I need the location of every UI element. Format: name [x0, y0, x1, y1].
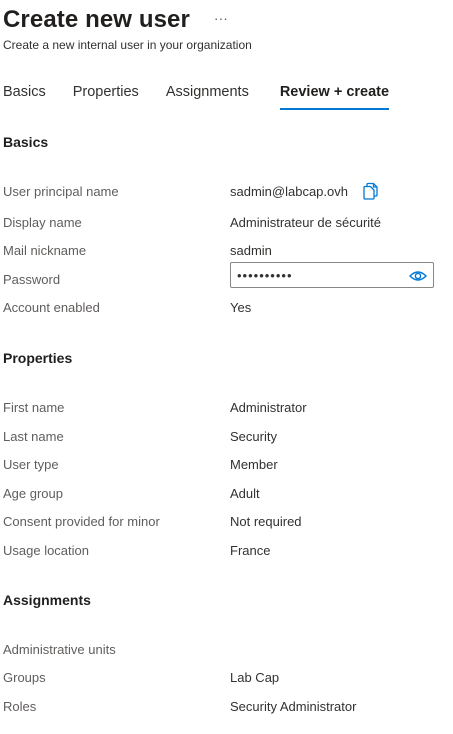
eye-icon[interactable] [409, 268, 427, 282]
first-name-value: Administrator [230, 400, 307, 415]
display-name-value: Administrateur de sécurité [230, 215, 382, 230]
display-name-label: Display name [3, 215, 82, 230]
consent-row: Consent provided for minor Not required [3, 511, 448, 533]
upn-value-wrap: sadmin@labcap.ovh [230, 181, 379, 203]
mail-nickname-row: Mail nickname sadmin [3, 240, 448, 262]
tab-bar: Basics Properties Assignments Review + c… [3, 76, 416, 110]
tab-review-create[interactable]: Review + create [279, 76, 390, 110]
consent-value: Not required [230, 514, 302, 529]
page-title: Create new user [3, 6, 190, 33]
mail-nickname-label: Mail nickname [3, 243, 87, 258]
age-group-value: Adult [230, 486, 260, 501]
more-options-button[interactable]: ··· [214, 10, 228, 26]
groups-value: Lab Cap [230, 670, 280, 685]
tab-assignments[interactable]: Assignments [166, 76, 249, 109]
first-name-label: First name [3, 400, 65, 415]
account-enabled-label: Account enabled [3, 300, 100, 315]
password-field [230, 262, 434, 288]
mail-nickname-value: sadmin [230, 243, 272, 258]
account-enabled-row: Account enabled Yes [3, 297, 448, 319]
usage-location-row: Usage location France [3, 540, 448, 562]
groups-row: Groups Lab Cap [3, 667, 448, 689]
section-title-properties: Properties [3, 350, 73, 366]
upn-row: User principal name sadmin@labcap.ovh [3, 181, 448, 203]
tab-basics[interactable]: Basics [3, 76, 46, 109]
admin-units-label: Administrative units [3, 642, 116, 657]
section-title-basics: Basics [3, 134, 49, 150]
user-type-label: User type [3, 457, 59, 472]
last-name-value: Security [230, 429, 277, 444]
upn-value: sadmin@labcap.ovh [230, 184, 348, 199]
display-name-row: Display name Administrateur de sécurité [3, 212, 448, 234]
roles-row: Roles Security Administrator [3, 696, 448, 718]
page-subtitle: Create a new internal user in your organ… [3, 38, 252, 52]
last-name-label: Last name [3, 429, 64, 444]
user-type-row: User type Member [3, 454, 448, 476]
password-row: Password [3, 262, 448, 291]
password-input[interactable] [237, 265, 397, 285]
section-title-assignments: Assignments [3, 592, 91, 608]
create-user-page: Create new user ··· Create a new interna… [0, 0, 453, 734]
roles-value: Security Administrator [230, 699, 357, 714]
password-label: Password [3, 272, 61, 287]
usage-location-label: Usage location [3, 543, 89, 558]
account-enabled-value: Yes [230, 300, 252, 315]
age-group-row: Age group Adult [3, 483, 448, 505]
upn-label: User principal name [3, 184, 119, 199]
usage-location-value: France [230, 543, 271, 558]
admin-units-row: Administrative units [3, 639, 448, 661]
title-row: Create new user ··· [3, 4, 228, 36]
copy-icon[interactable] [362, 182, 379, 200]
roles-label: Roles [3, 699, 37, 714]
first-name-row: First name Administrator [3, 397, 448, 419]
consent-label: Consent provided for minor [3, 514, 160, 529]
groups-label: Groups [3, 670, 46, 685]
user-type-value: Member [230, 457, 278, 472]
tab-properties[interactable]: Properties [73, 76, 139, 109]
last-name-row: Last name Security [3, 426, 448, 448]
age-group-label: Age group [3, 486, 63, 501]
